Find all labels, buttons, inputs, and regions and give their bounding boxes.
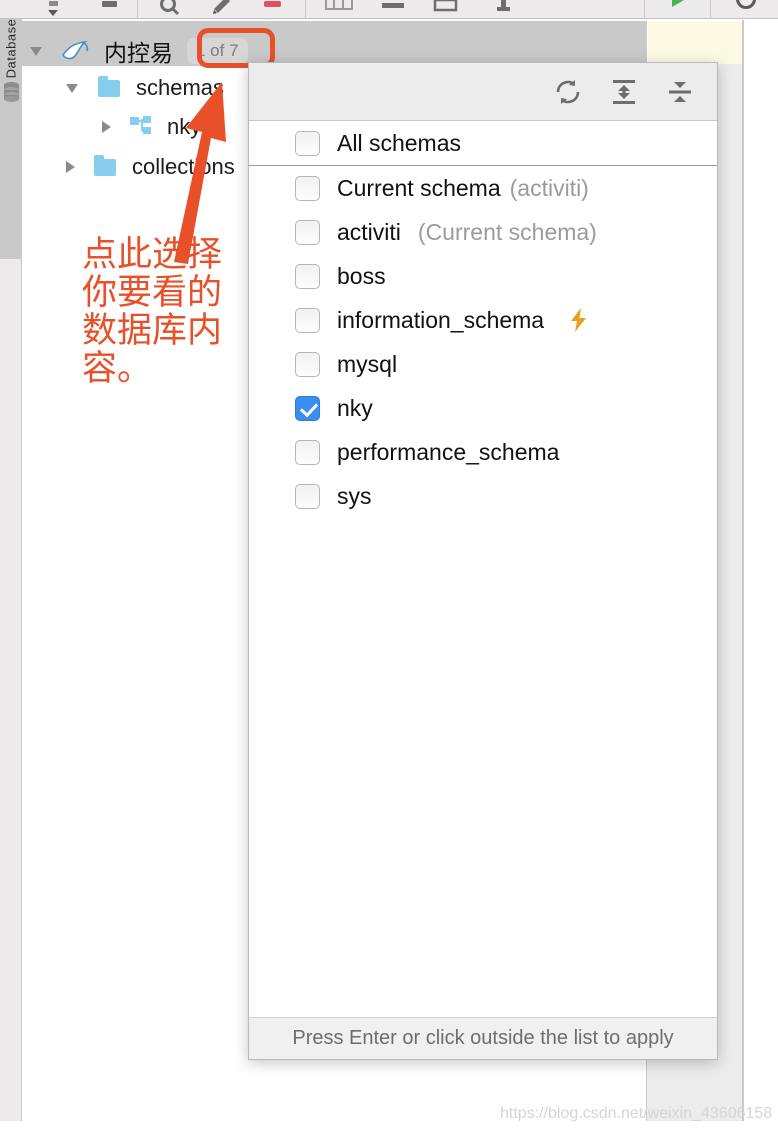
popup-toolbar [249, 63, 717, 121]
history-icon[interactable] [730, 0, 762, 19]
left-strip-filler [0, 259, 22, 1136]
collapse-all-icon[interactable] [665, 77, 695, 107]
popup-hint-bar: Press Enter or click outside the list to… [249, 1017, 717, 1059]
list-item[interactable]: mysql [249, 342, 717, 386]
checkbox[interactable] [295, 175, 320, 201]
list-item[interactable]: activiti (Current schema) [249, 210, 717, 254]
list-item[interactable]: boss [249, 254, 717, 298]
lightning-bolt-icon [571, 308, 587, 332]
checkbox[interactable] [295, 439, 320, 465]
table-icon[interactable] [322, 0, 356, 19]
watermark: https://blog.csdn.net/weixin_43606158 [500, 1105, 773, 1122]
checkbox[interactable] [295, 130, 320, 156]
checkbox[interactable] [295, 351, 320, 377]
list-item-label: sys [337, 482, 372, 509]
editor-current-line [648, 22, 743, 64]
toolbar-separator [710, 0, 711, 19]
checkbox[interactable] [295, 263, 320, 289]
app-window: Database 内控易 1 of 7 schemas nky collecti… [0, 0, 778, 1136]
expand-all-icon[interactable] [609, 77, 639, 107]
run-play-icon[interactable] [663, 0, 691, 19]
folder-icon [98, 75, 120, 97]
chevron-right-icon[interactable] [66, 161, 75, 173]
dropdown-arrow-icon[interactable] [40, 0, 68, 19]
list-item-label: information_schema [337, 306, 545, 333]
checkbox[interactable] [295, 483, 320, 509]
toolbar-separator [305, 0, 306, 19]
chevron-down-icon[interactable] [66, 83, 78, 93]
toolbar-separator [137, 0, 138, 19]
record-icon[interactable] [258, 0, 286, 19]
list-item[interactable]: nky [249, 386, 717, 430]
tree-root-label: 内控易 [104, 40, 173, 66]
toolbar-separator [644, 0, 645, 19]
mysql-dolphin-icon [62, 40, 89, 60]
tree-root-node[interactable]: 内控易 1 of 7 [30, 34, 248, 68]
list-item-label: All schemas [337, 129, 461, 156]
stop-icon[interactable] [95, 0, 123, 19]
database-cylinder-icon [4, 82, 19, 102]
checkbox[interactable] [295, 307, 320, 333]
list-item-sublabel: (activiti) [509, 174, 589, 201]
list-item-label: activiti [337, 218, 401, 245]
schema-count-badge[interactable]: 1 of 7 [187, 37, 248, 65]
window-icon[interactable] [430, 0, 460, 19]
schema-list: All schemas Current schema (activiti) ac… [249, 121, 717, 518]
list-item-label: nky [337, 394, 373, 421]
list-item[interactable]: Current schema (activiti) [249, 166, 717, 210]
list-item[interactable]: performance_schema [249, 430, 717, 474]
editor-blank [743, 22, 778, 64]
left-tool-strip: Database [0, 19, 22, 259]
refresh-icon[interactable] [553, 77, 583, 107]
left-strip-label[interactable]: Database [4, 18, 19, 80]
list-item-label: boss [337, 262, 386, 289]
list-item-label: Current schema [337, 174, 501, 201]
add-icon[interactable] [490, 0, 518, 19]
editor-divider [742, 20, 744, 1136]
bottom-bar [0, 1121, 778, 1136]
top-toolbar [0, 0, 778, 19]
list-item-label: performance_schema [337, 438, 560, 465]
schema-filter-popup: All schemas Current schema (activiti) ac… [248, 62, 718, 1060]
editor-scroll-area[interactable] [744, 64, 778, 1136]
list-item[interactable]: sys [249, 474, 717, 518]
folder-icon [94, 154, 116, 176]
search-icon[interactable] [155, 0, 183, 19]
minimize-icon[interactable] [378, 0, 408, 19]
annotation-text: 点此选择 你要看的 数据库内 容。 [82, 235, 223, 389]
list-item-sublabel: (Current schema) [417, 218, 597, 245]
checkbox[interactable] [295, 395, 320, 421]
edit-pencil-icon[interactable] [208, 0, 236, 19]
chevron-down-icon[interactable] [30, 46, 42, 56]
list-item[interactable]: information_schema [249, 298, 717, 342]
checkbox[interactable] [295, 219, 320, 245]
list-item-label: mysql [337, 350, 398, 377]
chevron-right-icon[interactable] [102, 121, 111, 133]
list-item[interactable]: All schemas [249, 121, 717, 166]
